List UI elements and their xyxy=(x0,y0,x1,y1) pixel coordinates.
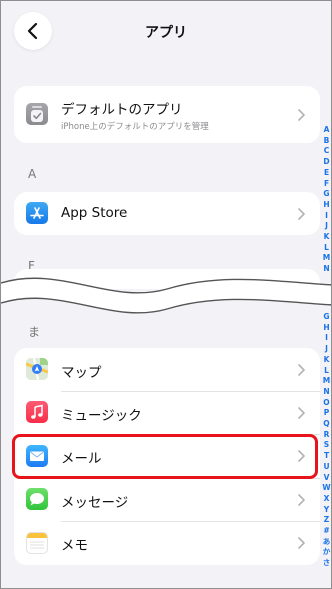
messages-icon xyxy=(26,488,48,510)
index-letter[interactable]: H xyxy=(321,323,331,334)
index-letter[interactable]: F xyxy=(321,179,331,190)
app-list-item-label: メモ xyxy=(61,538,88,554)
index-letter[interactable]: V xyxy=(321,473,331,484)
index-letter[interactable]: Y xyxy=(321,505,331,516)
screen-break-divider xyxy=(1,277,331,314)
app-list-item-label: App Store xyxy=(61,205,128,221)
music-icon xyxy=(26,401,48,423)
app-list-item-label: メッセージ xyxy=(61,495,129,511)
index-letter[interactable]: G xyxy=(321,312,331,323)
index-letter[interactable]: I xyxy=(321,333,331,344)
index-letter[interactable]: # xyxy=(321,526,331,537)
app-store-card[interactable]: App Store xyxy=(14,192,320,235)
index-letter[interactable]: M xyxy=(321,376,331,387)
section-header-ma: ま xyxy=(28,325,41,339)
index-letter[interactable]: か xyxy=(321,547,331,558)
index-letter[interactable]: J xyxy=(321,221,331,232)
chevron-right-icon xyxy=(298,407,305,419)
index-letter[interactable]: C xyxy=(321,146,331,157)
section-header-a: A xyxy=(28,167,37,181)
index-letter[interactable]: P xyxy=(321,408,331,419)
index-letter[interactable]: N xyxy=(321,264,331,275)
section-index-top[interactable]: A B C D E F G H I J K L M N xyxy=(321,125,331,275)
chevron-right-icon xyxy=(298,208,305,220)
mail-highlight-box xyxy=(12,434,318,479)
chevron-right-icon xyxy=(298,109,305,121)
app-list-item-notes[interactable]: メモ xyxy=(14,521,320,565)
index-letter[interactable]: A xyxy=(321,125,331,136)
index-letter[interactable]: S xyxy=(321,440,331,451)
default-apps-label: デフォルトのアプリ xyxy=(61,102,183,118)
index-letter[interactable]: R xyxy=(321,430,331,441)
index-letter[interactable]: U xyxy=(321,462,331,473)
index-letter[interactable]: O xyxy=(321,398,331,409)
app-list-item-maps[interactable]: マップ xyxy=(14,348,320,392)
index-letter[interactable]: J xyxy=(321,344,331,355)
chevron-right-icon xyxy=(298,494,305,506)
index-letter[interactable]: Q xyxy=(321,419,331,430)
index-letter[interactable]: K xyxy=(321,232,331,243)
app-list-item-messages[interactable]: メッセージ xyxy=(14,478,320,522)
index-letter[interactable]: H xyxy=(321,200,331,211)
index-letter[interactable]: L xyxy=(321,366,331,377)
index-letter[interactable]: T xyxy=(321,451,331,462)
index-letter[interactable]: E xyxy=(321,168,331,179)
index-letter[interactable]: さ xyxy=(321,558,331,569)
index-letter[interactable]: K xyxy=(321,355,331,366)
default-apps-card[interactable]: デフォルトのアプリ iPhone上のデフォルトのアプリを管理 xyxy=(14,86,320,143)
app-list-item-label: マップ xyxy=(61,365,102,381)
index-letter[interactable]: W xyxy=(321,483,331,494)
index-letter[interactable]: M xyxy=(321,253,331,264)
notes-icon xyxy=(26,532,48,554)
settings-screen: アプリ デフォルトのアプリ iPhone上のデフォルトのアプリを管理 A App… xyxy=(0,0,332,589)
index-letter[interactable]: I xyxy=(321,211,331,222)
index-letter[interactable]: Z xyxy=(321,515,331,526)
app-list-item-label: ミュージック xyxy=(61,408,142,424)
index-letter[interactable]: あ xyxy=(321,537,331,548)
maps-icon xyxy=(26,358,48,380)
chevron-right-icon xyxy=(298,537,305,549)
chevron-right-icon xyxy=(298,364,305,376)
index-letter[interactable]: N xyxy=(321,387,331,398)
index-letter[interactable]: G xyxy=(321,189,331,200)
index-letter[interactable]: B xyxy=(321,136,331,147)
app-list-item-music[interactable]: ミュージック xyxy=(14,391,320,435)
default-apps-subtitle: iPhone上のデフォルトのアプリを管理 xyxy=(61,122,209,132)
index-letter[interactable]: D xyxy=(321,157,331,168)
section-index-bottom[interactable]: G H I J K L M N O P Q R S T U V W X Y Z … xyxy=(321,312,331,569)
page-title: アプリ xyxy=(145,25,187,41)
index-letter[interactable]: X xyxy=(321,494,331,505)
index-letter[interactable]: L xyxy=(321,243,331,254)
